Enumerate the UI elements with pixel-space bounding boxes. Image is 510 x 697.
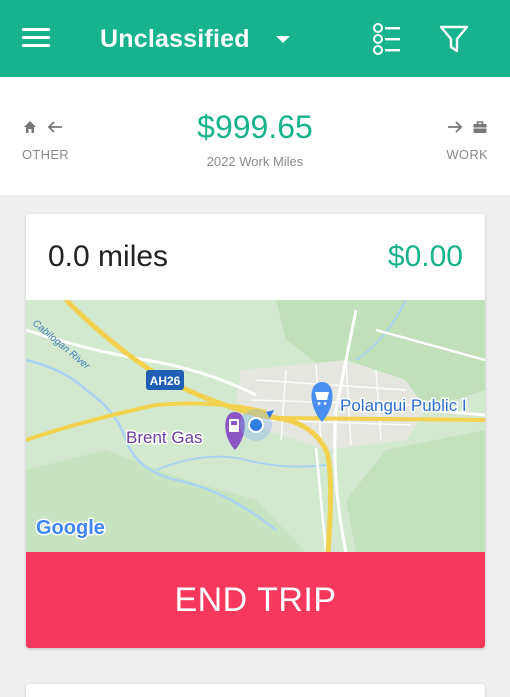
filter-icon[interactable] bbox=[438, 24, 470, 54]
trip-map[interactable]: AH26 Cabilogan River Brent Gas Polangui … bbox=[26, 300, 485, 552]
trip-cost: $0.00 bbox=[387, 240, 463, 273]
category-dropdown[interactable]: Unclassified bbox=[100, 22, 290, 56]
map-place-gas: Brent Gas bbox=[126, 428, 203, 447]
map-place-store: Polangui Public I bbox=[340, 396, 467, 415]
checklist-icon[interactable] bbox=[372, 22, 402, 56]
app-bar: Unclassified bbox=[0, 0, 510, 77]
arrow-right-icon bbox=[448, 121, 463, 133]
work-label: WORK bbox=[446, 147, 488, 162]
classify-work-button[interactable]: WORK bbox=[408, 115, 488, 162]
mileage-summary: OTHER $999.65 2022 Work Miles WORK bbox=[0, 77, 510, 195]
active-trip-card: 0.0 miles $0.00 AH26 Cabilogan River Bre… bbox=[26, 214, 485, 648]
end-trip-button[interactable]: END TRIP bbox=[26, 552, 485, 648]
next-trip-card[interactable] bbox=[26, 684, 485, 697]
google-logo: Google bbox=[36, 517, 105, 539]
briefcase-icon bbox=[473, 121, 487, 133]
road-label-ah26: AH26 bbox=[150, 374, 181, 388]
app-bar-title: Unclassified bbox=[100, 24, 250, 53]
caret-down-icon bbox=[275, 35, 290, 43]
hamburger-icon[interactable] bbox=[22, 26, 52, 50]
trip-miles: 0.0 miles bbox=[48, 240, 169, 273]
